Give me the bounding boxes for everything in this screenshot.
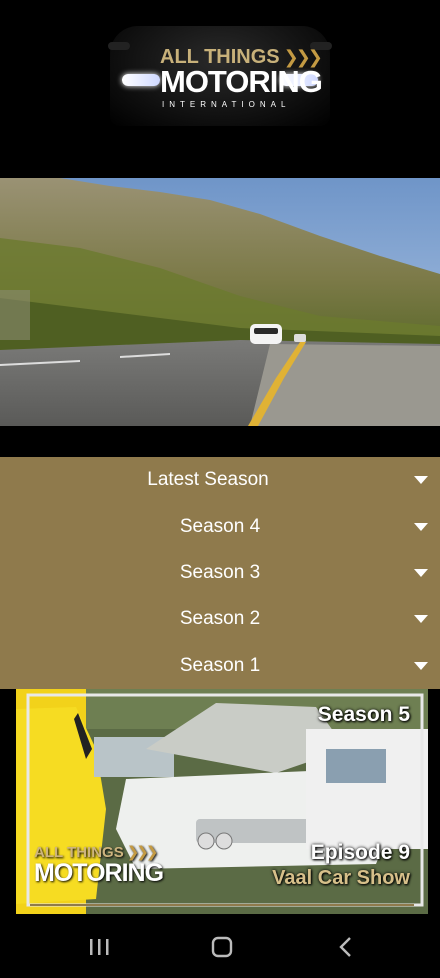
logo-mirror-left	[108, 42, 130, 50]
menu-item-season-1[interactable]: Season 1	[0, 643, 440, 689]
chevron-down-icon[interactable]	[414, 476, 428, 485]
hero-banner-image	[0, 178, 440, 426]
season-menu: Latest Season Season 4 Season 3 Season 2…	[0, 457, 440, 689]
card-logo-line-2: MOTORING	[34, 859, 164, 887]
episode-title: Vaal Car Show	[272, 867, 410, 889]
card-frame-line	[30, 904, 414, 906]
episode-number: Episode 9	[310, 841, 410, 864]
menu-item-label: Season 4	[179, 515, 261, 537]
chevron-down-icon[interactable]	[414, 615, 428, 624]
chevron-down-icon[interactable]	[414, 661, 428, 670]
menu-item-season-2[interactable]: Season 2	[0, 596, 440, 642]
menu-item-season-4[interactable]: Season 4	[0, 503, 440, 549]
episode-thumbnail-card[interactable]: Season 5 ALL THINGS ❯❯❯ MOTORING Episode …	[16, 689, 428, 914]
logo-line-2: MOTORING	[160, 64, 323, 99]
back-icon[interactable]	[326, 934, 366, 960]
season-label: Season 5	[317, 703, 410, 726]
menu-item-season-3[interactable]: Season 3	[0, 550, 440, 596]
system-navigation-bar	[0, 914, 440, 978]
logo-line-3: INTERNATIONAL	[162, 100, 291, 109]
chevron-down-icon[interactable]	[414, 522, 428, 531]
spacer	[0, 426, 440, 457]
recent-apps-icon[interactable]	[79, 934, 119, 960]
menu-item-latest-season[interactable]: Latest Season	[0, 457, 440, 503]
hero-scene	[0, 178, 440, 426]
menu-item-label: Latest Season	[147, 469, 269, 491]
menu-item-label: Season 2	[179, 608, 261, 630]
app-header: ALL THINGS ❯❯❯ MOTORING INTERNATIONAL	[0, 0, 440, 178]
card-logo: ALL THINGS ❯❯❯ MOTORING	[34, 843, 164, 888]
home-icon[interactable]	[202, 934, 242, 960]
all-things-motoring-logo: ALL THINGS ❯❯❯ MOTORING INTERNATIONAL	[108, 26, 332, 126]
menu-item-label: Season 1	[179, 654, 261, 676]
chevron-down-icon[interactable]	[414, 568, 428, 577]
logo-headlight-left	[122, 74, 160, 86]
menu-item-label: Season 3	[179, 561, 261, 583]
